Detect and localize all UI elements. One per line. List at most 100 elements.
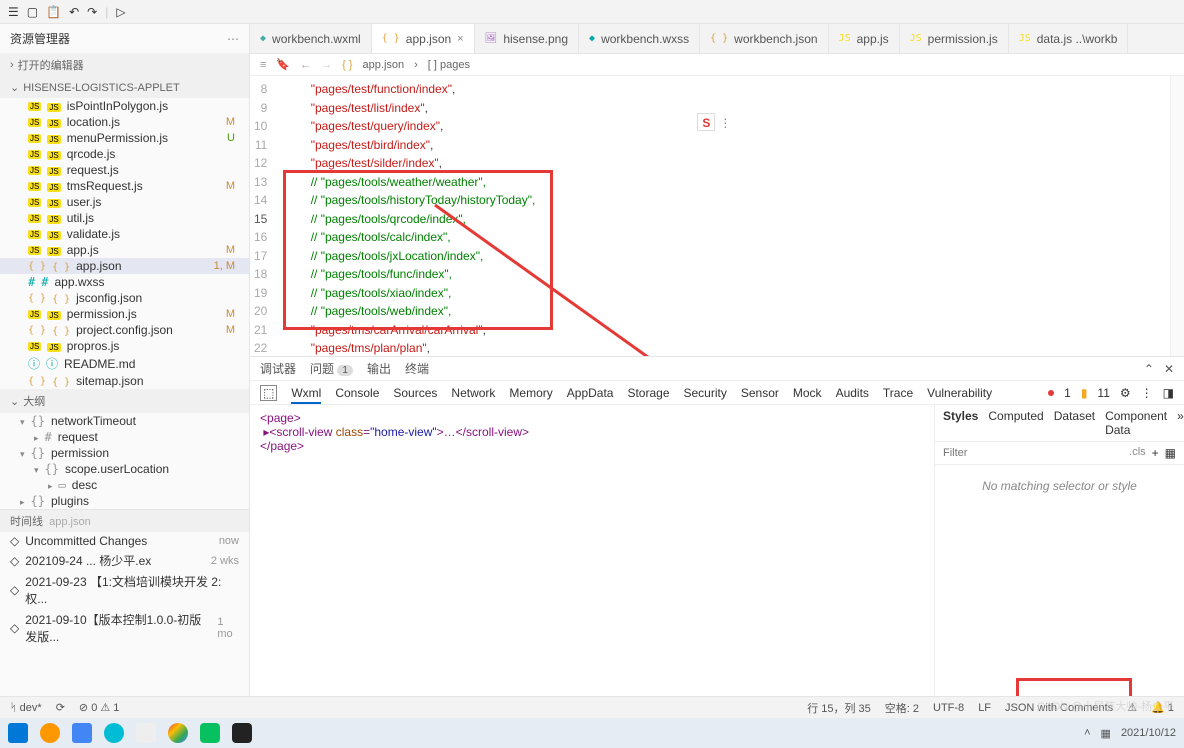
editor-tab[interactable]: { }workbench.json <box>700 24 828 53</box>
outline-item[interactable]: {}permission <box>0 445 249 461</box>
devtools-tab-storage[interactable]: Storage <box>627 386 669 400</box>
tray-chevron-icon[interactable]: ˄ <box>1084 727 1090 739</box>
tray-icon[interactable]: ▦ <box>1101 727 1111 740</box>
devtools-tab-sources[interactable]: Sources <box>393 386 437 400</box>
tab-problems[interactable]: 问题 1 <box>310 360 353 377</box>
wechat-icon[interactable] <box>200 723 220 743</box>
devtools-tab-trace[interactable]: Trace <box>883 386 913 400</box>
minimap[interactable] <box>1170 76 1184 356</box>
devtools-tab-network[interactable]: Network <box>451 386 495 400</box>
devtools-tab-mock[interactable]: Mock <box>793 386 822 400</box>
file-item[interactable]: app.json1, M <box>0 258 249 274</box>
tab-output[interactable]: 输出 <box>367 360 391 377</box>
devtools-tab-vulnerability[interactable]: Vulnerability <box>927 386 992 400</box>
file-item[interactable]: util.js <box>0 210 249 226</box>
inspect-icon[interactable]: ⬚ <box>260 385 277 401</box>
outline-item[interactable]: {}scope.userLocation <box>0 461 249 477</box>
editor-tab[interactable]: ◆workbench.wxss <box>579 24 700 53</box>
editor-tab[interactable]: JSapp.js <box>829 24 900 53</box>
windows-icon[interactable] <box>8 723 28 743</box>
redo-icon[interactable]: ↷ <box>87 5 97 19</box>
outline-item[interactable]: #request <box>0 429 249 445</box>
timeline-item[interactable]: ◇202109-24 ... 杨少平.ex2 wks <box>0 550 249 571</box>
styles-filter-input[interactable] <box>943 446 1123 460</box>
editor-tab[interactable]: ◆workbench.wxml <box>250 24 372 53</box>
file-item[interactable]: qrcode.js <box>0 146 249 162</box>
outline-section[interactable]: ⌄ 大纲 <box>0 389 249 413</box>
play-icon[interactable]: ▷ <box>116 5 125 19</box>
styles-tab[interactable]: Component Data <box>1105 409 1167 437</box>
warn-count[interactable]: 11 <box>1097 386 1109 400</box>
chevron-up-icon[interactable]: ⌃ <box>1144 362 1154 376</box>
branch[interactable]: ᛋ dev* <box>10 702 42 714</box>
app-icon[interactable] <box>40 723 60 743</box>
file-item[interactable]: sitemap.json <box>0 373 249 389</box>
more-icon[interactable]: ⋯ <box>227 32 239 46</box>
file-item[interactable]: menuPermission.jsU <box>0 130 249 146</box>
box-icon[interactable]: ▢ <box>27 5 38 19</box>
file-item[interactable]: validate.js <box>0 226 249 242</box>
styles-tab[interactable]: Dataset <box>1054 409 1095 437</box>
file-item[interactable]: jsconfig.json <box>0 290 249 306</box>
file-item[interactable]: project.config.jsonM <box>0 322 249 338</box>
crumb-file[interactable]: app.json <box>363 59 405 71</box>
outline-item[interactable]: {}plugins <box>0 493 249 509</box>
list-icon[interactable]: ≡ <box>260 59 266 71</box>
dock-icon[interactable]: ◨ <box>1163 386 1174 400</box>
sync-icon[interactable]: ⟳ <box>56 701 65 714</box>
timeline-item[interactable]: ◇2021-09-10【版本控制1.0.0-初版发版...1 mo <box>0 609 249 647</box>
menu-icon[interactable]: ☰ <box>8 5 19 19</box>
devtools-tab-appdata[interactable]: AppData <box>567 386 614 400</box>
app-icon[interactable] <box>72 723 92 743</box>
elements-panel[interactable]: <page> ▸<scroll-view class="home-view">…… <box>250 405 934 696</box>
file-item[interactable]: permission.jsM <box>0 306 249 322</box>
cursor-pos[interactable]: 行 15，列 35 <box>807 700 871 716</box>
indent[interactable]: 空格: 2 <box>885 700 919 716</box>
editor-tab[interactable]: JSpermission.js <box>900 24 1009 53</box>
devtools-tab-memory[interactable]: Memory <box>509 386 552 400</box>
box-model-icon[interactable]: ▦ <box>1165 446 1176 460</box>
editor-tab[interactable]: 🖼hisense.png <box>475 24 579 53</box>
file-item[interactable]: propros.js <box>0 338 249 354</box>
file-item[interactable]: README.md <box>0 354 249 373</box>
timeline-item[interactable]: ◇2021-09-23 【1:文档培训模块开发 2:权... <box>0 571 249 609</box>
more-icon[interactable]: ⋮ <box>1141 386 1153 400</box>
encoding[interactable]: UTF-8 <box>933 702 964 714</box>
crumb-path[interactable]: [ ] pages <box>428 59 470 71</box>
file-item[interactable]: app.jsM <box>0 242 249 258</box>
back-icon[interactable]: ← <box>300 59 311 71</box>
editor-tab[interactable]: JSdata.js ..\workb <box>1009 24 1129 53</box>
devtools-tab-console[interactable]: Console <box>335 386 379 400</box>
file-item[interactable]: tmsRequest.jsM <box>0 178 249 194</box>
file-item[interactable]: location.jsM <box>0 114 249 130</box>
forward-icon[interactable]: → <box>321 59 332 71</box>
styles-tab[interactable]: Styles <box>943 409 978 437</box>
devtools-tab-audits[interactable]: Audits <box>836 386 869 400</box>
open-editors-section[interactable]: › 打开的编辑器 <box>0 53 249 77</box>
app-icon[interactable] <box>136 723 156 743</box>
add-style-icon[interactable]: + <box>1152 446 1159 460</box>
clock[interactable]: 2021/10/12 <box>1121 727 1176 739</box>
file-item[interactable]: user.js <box>0 194 249 210</box>
eol[interactable]: LF <box>978 702 991 714</box>
error-count[interactable]: 1 <box>1064 386 1071 400</box>
timeline-header[interactable]: 时间线 app.json <box>0 510 249 532</box>
tab-terminal[interactable]: 终端 <box>405 360 429 377</box>
devtools-tab-security[interactable]: Security <box>684 386 727 400</box>
problems[interactable]: ⊘ 0 ⚠ 1 <box>79 701 120 714</box>
more-icon[interactable]: » <box>1177 409 1184 437</box>
devtools-icon[interactable] <box>232 723 252 743</box>
clipboard-icon[interactable]: 📋 <box>46 5 61 19</box>
devtools-tab-sensor[interactable]: Sensor <box>741 386 779 400</box>
cls-toggle[interactable]: .cls <box>1129 446 1146 460</box>
bookmark-icon[interactable]: 🔖 <box>276 58 290 71</box>
styles-tab[interactable]: Computed <box>988 409 1043 437</box>
outline-item[interactable]: ▭desc <box>0 477 249 493</box>
outline-item[interactable]: {}networkTimeout <box>0 413 249 429</box>
tab-debugger[interactable]: 调试器 <box>260 360 296 377</box>
app-icon[interactable] <box>104 723 124 743</box>
close-icon[interactable]: ✕ <box>1164 362 1174 376</box>
devtools-tab-wxml[interactable]: Wxml <box>291 386 321 404</box>
undo-icon[interactable]: ↶ <box>69 5 79 19</box>
file-item[interactable]: request.js <box>0 162 249 178</box>
